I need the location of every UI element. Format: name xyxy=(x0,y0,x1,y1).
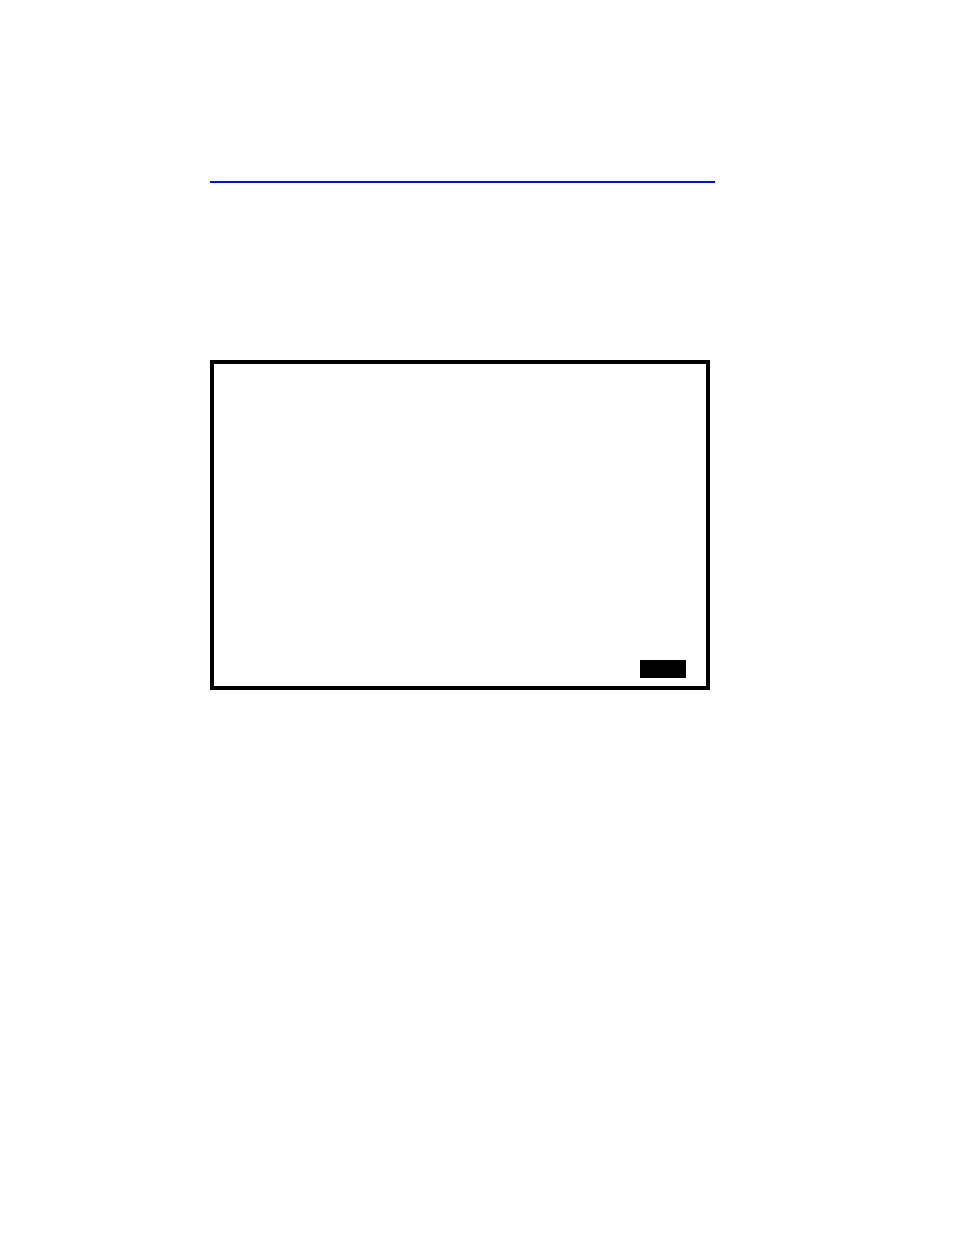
figure-label-block xyxy=(640,660,686,678)
horizontal-rule xyxy=(210,181,715,183)
figure-frame xyxy=(210,360,710,690)
document-page xyxy=(0,0,954,1235)
